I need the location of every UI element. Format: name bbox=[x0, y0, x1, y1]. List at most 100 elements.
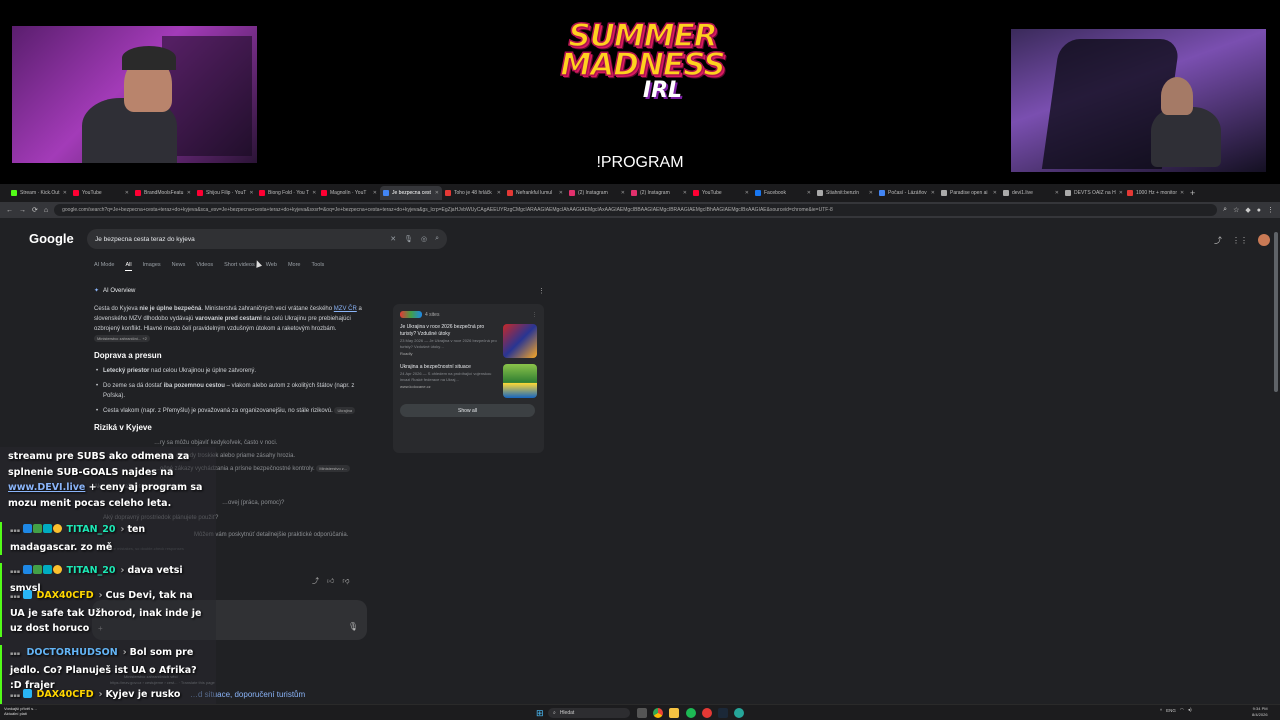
tab-close-icon[interactable]: ✕ bbox=[1119, 190, 1123, 196]
show-all-button[interactable]: Show all bbox=[400, 404, 535, 417]
browser-tab[interactable]: Je bezpecna cest ✕ bbox=[380, 186, 442, 200]
apps-grid-icon[interactable]: ⋮⋮ bbox=[1232, 236, 1248, 245]
browser-tab[interactable]: Stream · Kick.Out ✕ bbox=[8, 186, 70, 200]
card-menu-icon[interactable]: ⋮ bbox=[532, 312, 537, 318]
source-thumbnail[interactable] bbox=[503, 364, 537, 398]
mzv-link[interactable]: MZV ČR bbox=[334, 306, 357, 312]
file-explorer-icon[interactable] bbox=[669, 708, 679, 718]
new-tab-icon[interactable]: + bbox=[1190, 188, 1195, 198]
browser-tab[interactable]: Magnolín · YouT ✕ bbox=[318, 186, 380, 200]
windows-start-icon[interactable]: ⊞ bbox=[536, 708, 544, 718]
tab-close-icon[interactable]: ✕ bbox=[187, 190, 191, 196]
home-icon[interactable]: ⌂ bbox=[44, 207, 48, 214]
taskbar-search[interactable]: ⌕ Hledat bbox=[548, 708, 630, 718]
page-scrollbar[interactable] bbox=[1274, 232, 1278, 392]
extensions-icon[interactable]: ◆ bbox=[1245, 206, 1250, 214]
tab-close-icon[interactable]: ✕ bbox=[993, 190, 997, 196]
filter-videos[interactable]: Videos bbox=[196, 262, 213, 271]
browser-tab[interactable]: Facebook ✕ bbox=[752, 186, 814, 200]
chrome-icon[interactable] bbox=[653, 708, 663, 718]
chat-username[interactable]: DAX40CFD bbox=[36, 689, 93, 700]
url-field[interactable]: google.com/search?q=Je+bezpecna+cesta+te… bbox=[54, 204, 1218, 216]
source-title[interactable]: Ukrajina a bezpečnostní situace bbox=[400, 364, 499, 371]
browser-tab[interactable]: YouTube ✕ bbox=[70, 186, 132, 200]
back-icon[interactable]: ← bbox=[6, 207, 13, 214]
tab-close-icon[interactable]: ✕ bbox=[435, 190, 439, 196]
filter-images[interactable]: Images bbox=[143, 262, 161, 271]
tab-close-icon[interactable]: ✕ bbox=[807, 190, 811, 196]
search-query[interactable]: Je bezpecna cesta teraz do kyjeva bbox=[95, 236, 382, 243]
browser-tab[interactable]: Nefrankful lumul ✕ bbox=[504, 186, 566, 200]
ai-overview-menu-icon[interactable]: ⋮ bbox=[538, 287, 545, 295]
chat-username[interactable]: TITAN_20 bbox=[66, 565, 115, 576]
obs-icon[interactable] bbox=[702, 708, 712, 718]
source-item[interactable]: Ukrajina a bezpečnostní situace 24 Apr 2… bbox=[400, 364, 537, 398]
browser-tab[interactable]: Shijou Filip · YouT ✕ bbox=[194, 186, 256, 200]
tab-close-icon[interactable]: ✕ bbox=[621, 190, 625, 196]
filter-tools[interactable]: Tools bbox=[311, 262, 324, 271]
reload-icon[interactable]: ⟳ bbox=[32, 206, 38, 214]
app-icon[interactable] bbox=[734, 708, 744, 718]
tray-chevron-icon[interactable]: ^ bbox=[1160, 708, 1162, 713]
clock[interactable]: 9:34 PM 8/4/2026 bbox=[1252, 706, 1268, 718]
browser-tab[interactable]: Biong Fold · You T ✕ bbox=[256, 186, 318, 200]
source-thumbnail[interactable] bbox=[503, 324, 537, 358]
tab-close-icon[interactable]: ✕ bbox=[1180, 190, 1184, 196]
source-chip[interactable]: Ministerstvo zahraniční... +2 bbox=[94, 335, 150, 342]
mic-icon[interactable]: 🎙︎ bbox=[404, 235, 413, 243]
chat-username[interactable]: TITAN_20 bbox=[66, 524, 115, 535]
thumbs-down-icon[interactable]: 👎︎ bbox=[342, 576, 349, 586]
tab-close-icon[interactable]: ✕ bbox=[683, 190, 687, 196]
spotify-icon[interactable] bbox=[686, 708, 696, 718]
filter-news[interactable]: News bbox=[172, 262, 186, 271]
bookmark-star-icon[interactable]: ☆ bbox=[1233, 206, 1239, 214]
thumbs-up-icon[interactable]: 👍︎ bbox=[327, 576, 334, 586]
chat-link[interactable]: www.DEVI.live bbox=[8, 482, 85, 493]
source-item[interactable]: Je Ukrajina v roce 2026 bezpečná pro tur… bbox=[400, 324, 537, 358]
browser-tab[interactable]: BrandMoolsFeatu ✕ bbox=[132, 186, 194, 200]
browser-tab[interactable]: Stiahnit:benzín ✕ bbox=[814, 186, 876, 200]
browser-tab[interactable]: DEVTS OAIZ na H ✕ bbox=[1062, 186, 1124, 200]
browser-tab[interactable]: Toho je 48 hrláčk ✕ bbox=[442, 186, 504, 200]
filter-more[interactable]: More bbox=[288, 262, 301, 271]
source-chip[interactable]: Ministerstvo z... bbox=[316, 465, 351, 472]
tab-close-icon[interactable]: ✕ bbox=[559, 190, 563, 196]
tab-close-icon[interactable]: ✕ bbox=[249, 190, 253, 196]
google-logo[interactable]: Google bbox=[29, 231, 74, 246]
clear-icon[interactable]: ✕ bbox=[390, 235, 396, 243]
filter-all[interactable]: All bbox=[125, 262, 132, 271]
filter-short-videos[interactable]: Short videos bbox=[224, 262, 255, 271]
lens-icon[interactable]: ◎ bbox=[421, 235, 427, 243]
share-icon[interactable]: ⤴ bbox=[1214, 235, 1222, 246]
browser-tab[interactable]: devi1.live ✕ bbox=[1000, 186, 1062, 200]
lang-indicator[interactable]: ENG bbox=[1166, 708, 1176, 713]
profile-icon[interactable]: ● bbox=[1257, 207, 1261, 214]
tab-close-icon[interactable]: ✕ bbox=[869, 190, 873, 196]
chat-username[interactable]: DAX40CFD bbox=[36, 590, 93, 601]
search-box[interactable]: Je bezpecna cesta teraz do kyjeva ✕ 🎙︎ ◎… bbox=[87, 229, 447, 249]
wifi-icon[interactable]: ◠ bbox=[1180, 707, 1184, 713]
weather-widget[interactable]: Vonkajší přívěl s… Aktuální platí bbox=[4, 706, 37, 716]
source-title[interactable]: Je Ukrajina v roce 2026 bezpečná pro tur… bbox=[400, 324, 499, 338]
share-icon[interactable]: ⤴ bbox=[312, 576, 319, 586]
tab-close-icon[interactable]: ✕ bbox=[931, 190, 935, 196]
mic-icon[interactable]: 🎙︎ bbox=[348, 622, 358, 631]
tab-close-icon[interactable]: ✕ bbox=[497, 190, 501, 196]
steam-icon[interactable] bbox=[718, 708, 728, 718]
tab-close-icon[interactable]: ✕ bbox=[373, 190, 377, 196]
search-icon[interactable]: ⌕ bbox=[435, 235, 439, 243]
browser-tab[interactable]: (2) Instagram ✕ bbox=[628, 186, 690, 200]
forward-icon[interactable]: → bbox=[19, 207, 26, 214]
zoom-icon[interactable]: ⌕ bbox=[1223, 206, 1227, 214]
tab-close-icon[interactable]: ✕ bbox=[1055, 190, 1059, 196]
browser-menu-icon[interactable]: ⋮ bbox=[1267, 206, 1274, 214]
avatar[interactable] bbox=[1258, 234, 1270, 246]
browser-tab[interactable]: 1000 Hz + monitor ✕ bbox=[1124, 186, 1186, 200]
browser-tab[interactable]: Počasí - Lázáňov ✕ bbox=[876, 186, 938, 200]
source-chip[interactable]: Ukrajina bbox=[334, 407, 356, 414]
browser-tab[interactable]: YouTube ✕ bbox=[690, 186, 752, 200]
tab-close-icon[interactable]: ✕ bbox=[745, 190, 749, 196]
browser-tab[interactable]: Paradise open ai ✕ bbox=[938, 186, 1000, 200]
task-view-icon[interactable] bbox=[637, 708, 647, 718]
tab-close-icon[interactable]: ✕ bbox=[63, 190, 67, 196]
